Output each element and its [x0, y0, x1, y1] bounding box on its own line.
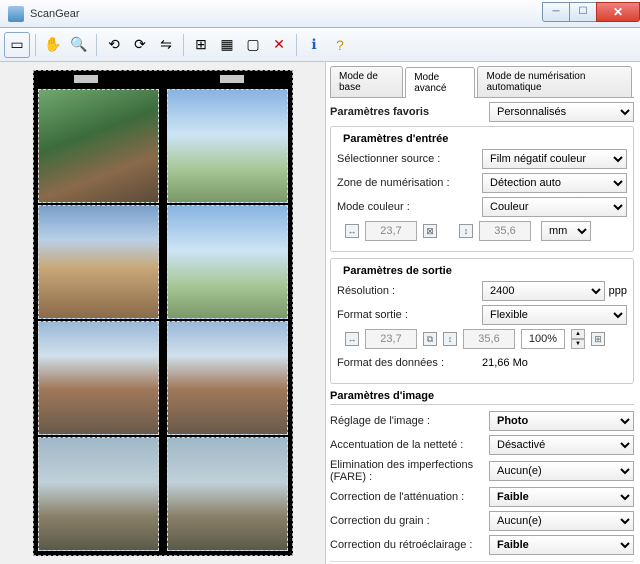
- backlight-label: Correction du rétroéclairage :: [330, 539, 489, 551]
- scale-spinner[interactable]: ▲▼: [571, 329, 585, 349]
- help-icon[interactable]: ?: [328, 33, 352, 57]
- lock-ratio-icon[interactable]: ⊠: [423, 224, 437, 238]
- image-header: Paramètres d'image: [330, 390, 634, 402]
- film-strip[interactable]: [33, 70, 293, 556]
- fade-select[interactable]: Faible: [489, 487, 634, 507]
- format-select[interactable]: Flexible: [482, 305, 627, 325]
- hand-tool-icon[interactable]: ✋: [41, 33, 65, 57]
- output-height: 35,6: [463, 329, 515, 349]
- delete-crop-icon[interactable]: ✕: [267, 33, 291, 57]
- crop-all-icon[interactable]: ▦: [215, 33, 239, 57]
- input-header: Paramètres d'entrée: [343, 133, 627, 145]
- app-icon: [8, 6, 24, 22]
- tab-auto[interactable]: Mode de numérisation automatique: [477, 66, 632, 97]
- height-icon: ↕: [459, 224, 473, 238]
- output-header: Paramètres de sortie: [343, 265, 627, 277]
- link-icon: ⧉: [423, 332, 437, 346]
- preview-pane: [0, 62, 325, 564]
- grain-select[interactable]: Aucun(e): [489, 511, 634, 531]
- fade-label: Correction de l'atténuation :: [330, 491, 489, 503]
- input-section: Paramètres d'entrée Sélectionner source …: [330, 126, 634, 252]
- sharpen-label: Accentuation de la netteté :: [330, 439, 489, 451]
- thumbnail[interactable]: [38, 205, 159, 319]
- favorites-label: Paramètres favoris: [330, 106, 489, 118]
- thumbnail[interactable]: [167, 205, 288, 319]
- output-width: 23,7: [365, 329, 417, 349]
- adjust-select[interactable]: Photo: [489, 411, 634, 431]
- tab-advanced[interactable]: Mode avancé: [405, 67, 475, 98]
- close-button[interactable]: ✕: [596, 2, 640, 22]
- thumbnail[interactable]: [167, 321, 288, 435]
- source-label: Sélectionner source :: [337, 153, 482, 165]
- sharpen-select[interactable]: Désactivé: [489, 435, 634, 455]
- rotate-left-icon[interactable]: ⟲: [102, 33, 126, 57]
- settings-panel: Mode de base Mode avancé Mode de numéris…: [325, 62, 640, 564]
- titlebar: ScanGear ─ ☐ ✕: [0, 0, 640, 28]
- crop-one-icon[interactable]: ▢: [241, 33, 265, 57]
- mode-tabs: Mode de base Mode avancé Mode de numéris…: [330, 66, 634, 98]
- maximize-button[interactable]: ☐: [569, 2, 597, 22]
- thumbnail[interactable]: [167, 437, 288, 551]
- input-height: 35,6: [479, 221, 531, 241]
- zoom-tool-icon[interactable]: 🔍: [67, 33, 91, 57]
- thumbnail[interactable]: [38, 89, 159, 203]
- datasize-value: 21,66 Mo: [482, 357, 627, 369]
- toolbar: ▭ ✋ 🔍 ⟲ ⟳ ⇋ ⊞ ▦ ▢ ✕ ℹ ?: [0, 28, 640, 62]
- source-select[interactable]: Film négatif couleur: [482, 149, 627, 169]
- resolution-label: Résolution :: [337, 285, 482, 297]
- zone-select[interactable]: Détection auto: [482, 173, 627, 193]
- crop-auto-icon[interactable]: ⊞: [189, 33, 213, 57]
- reset-scale-icon[interactable]: ⊞: [591, 332, 605, 346]
- unit-select[interactable]: mm: [541, 221, 591, 241]
- zone-label: Zone de numérisation :: [337, 177, 482, 189]
- format-label: Format sortie :: [337, 309, 482, 321]
- tab-basic[interactable]: Mode de base: [330, 66, 403, 97]
- rotate-right-icon[interactable]: ⟳: [128, 33, 152, 57]
- input-width: 23,7: [365, 221, 417, 241]
- thumbnail[interactable]: [38, 437, 159, 551]
- fare-select[interactable]: Aucun(e): [489, 461, 634, 481]
- width-icon: ↔: [345, 224, 359, 238]
- scale-percent[interactable]: 100%: [521, 329, 565, 349]
- fare-label: Elimination des imperfections (FARE) :: [330, 459, 489, 483]
- color-label: Mode couleur :: [337, 201, 482, 213]
- favorites-select[interactable]: Personnalisés: [489, 102, 634, 122]
- thumbnail[interactable]: [167, 89, 288, 203]
- backlight-select[interactable]: Faible: [489, 535, 634, 555]
- color-select[interactable]: Couleur: [482, 197, 627, 217]
- app-title: ScanGear: [30, 8, 543, 20]
- select-tool-icon[interactable]: ▭: [4, 32, 30, 58]
- grain-label: Correction du grain :: [330, 515, 489, 527]
- resolution-unit: ppp: [609, 285, 627, 297]
- info-icon[interactable]: ℹ: [302, 33, 326, 57]
- height-icon: ↕: [443, 332, 457, 346]
- datasize-label: Format des données :: [337, 357, 482, 369]
- width-icon: ↔: [345, 332, 359, 346]
- adjust-label: Réglage de l'image :: [330, 415, 489, 427]
- mirror-icon[interactable]: ⇋: [154, 33, 178, 57]
- thumbnail[interactable]: [38, 321, 159, 435]
- output-section: Paramètres de sortie Résolution :2400 ppp…: [330, 258, 634, 384]
- minimize-button[interactable]: ─: [542, 2, 570, 22]
- resolution-select[interactable]: 2400: [482, 281, 605, 301]
